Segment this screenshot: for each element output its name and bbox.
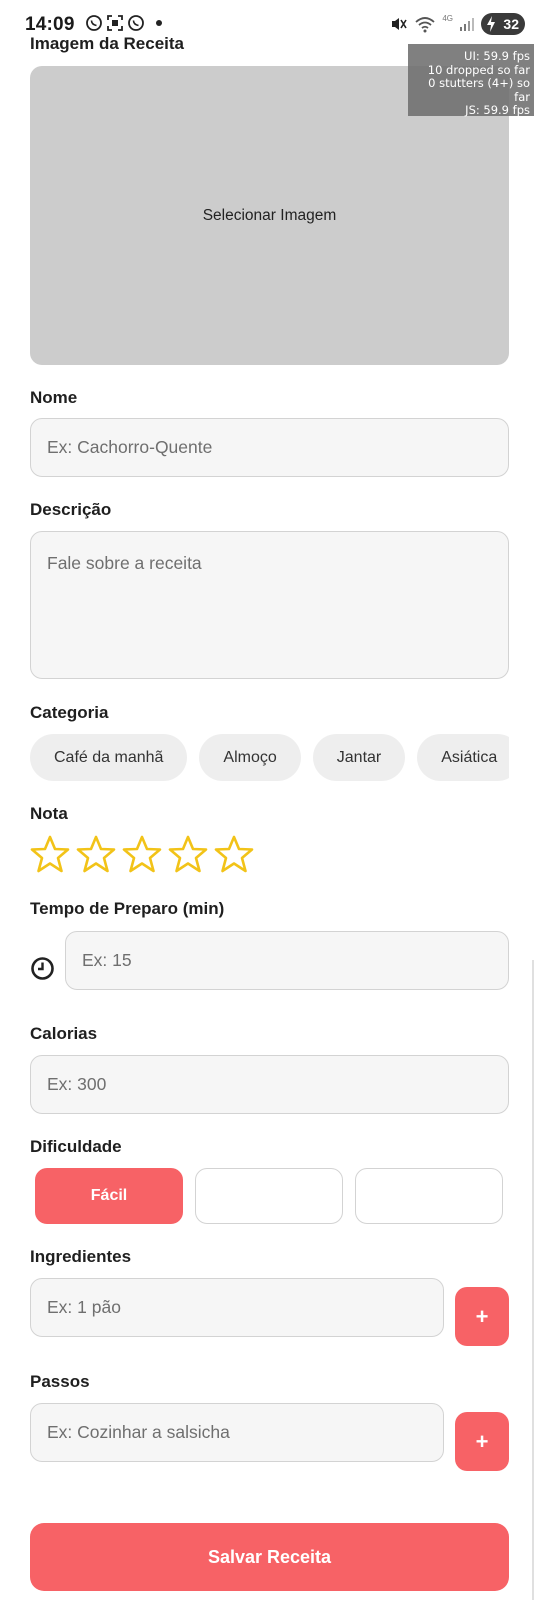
category-chip-asiatica[interactable]: Asiática bbox=[417, 734, 509, 781]
name-input[interactable] bbox=[30, 418, 509, 477]
ingredient-input[interactable] bbox=[30, 1278, 444, 1337]
difficulty-label: Dificuldade bbox=[30, 1137, 122, 1156]
js-fps: JS: 59.9 fps bbox=[465, 103, 530, 117]
category-chip-cafe-da-manha[interactable]: Café da manhã bbox=[30, 734, 188, 781]
perf-monitor-overlay: UI: 59.9 fps 10 dropped so far 0 stutter… bbox=[408, 44, 534, 117]
difficulty-option-3[interactable] bbox=[355, 1168, 503, 1224]
description-label: Descrição bbox=[30, 500, 112, 519]
add-ingredient-button[interactable]: + bbox=[455, 1287, 509, 1346]
prep-time-input[interactable] bbox=[65, 931, 509, 990]
prep-time-label: Tempo de Preparo (min) bbox=[30, 899, 225, 918]
category-chip-list[interactable]: Café da manhã Almoço Jantar Asiática bbox=[30, 734, 509, 782]
status-time: 14:09 bbox=[25, 14, 75, 35]
battery-icon: 32 bbox=[481, 13, 525, 35]
image-section-label: Imagem da Receita bbox=[30, 34, 185, 53]
category-chip-almoco[interactable]: Almoço bbox=[199, 734, 301, 781]
rating-label: Nota bbox=[30, 804, 68, 823]
notification-icons bbox=[85, 14, 162, 32]
dropped-frames: 10 dropped so far bbox=[427, 62, 530, 77]
more-notifications-dot bbox=[156, 20, 162, 26]
difficulty-option-facil[interactable]: Fácil bbox=[35, 1168, 183, 1224]
ingredients-label: Ingredientes bbox=[30, 1247, 132, 1266]
calories-label: Calorias bbox=[30, 1024, 98, 1043]
description-input[interactable] bbox=[30, 531, 509, 679]
ui-fps: UI: 59.9 fps bbox=[464, 49, 530, 63]
select-image-label: Selecionar Imagem bbox=[202, 206, 337, 224]
difficulty-option-2[interactable] bbox=[195, 1168, 343, 1224]
name-label: Nome bbox=[30, 388, 78, 407]
step-input[interactable] bbox=[30, 1403, 444, 1462]
stutters: 0 stutters (4+) so far bbox=[428, 76, 530, 104]
battery-level: 32 bbox=[503, 16, 519, 32]
mute-icon bbox=[392, 18, 408, 30]
system-icons: 4G 32 bbox=[390, 13, 525, 35]
star-5-icon[interactable] bbox=[214, 834, 254, 874]
network-type-label: 4G bbox=[442, 13, 453, 23]
clock-icon bbox=[31, 957, 54, 980]
whatsapp-icon bbox=[86, 15, 102, 31]
star-2-icon[interactable] bbox=[76, 834, 116, 874]
category-label: Categoria bbox=[30, 703, 109, 722]
scrollbar[interactable] bbox=[532, 960, 534, 1600]
difficulty-options: Fácil bbox=[35, 1168, 503, 1224]
signal-icon bbox=[460, 18, 474, 31]
steps-label: Passos bbox=[30, 1372, 90, 1391]
wifi-icon bbox=[415, 17, 435, 33]
save-recipe-button[interactable]: Salvar Receita bbox=[30, 1523, 509, 1591]
star-3-icon[interactable] bbox=[122, 834, 162, 874]
add-step-button[interactable]: + bbox=[455, 1412, 509, 1471]
charging-bolt-icon bbox=[487, 16, 495, 32]
star-4-icon[interactable] bbox=[168, 834, 208, 874]
screenshot-icon bbox=[107, 15, 123, 31]
calories-input[interactable] bbox=[30, 1055, 509, 1114]
star-1-icon[interactable] bbox=[30, 834, 70, 874]
category-chip-jantar[interactable]: Jantar bbox=[312, 734, 406, 781]
rating-stars bbox=[30, 834, 254, 874]
whatsapp-icon bbox=[128, 15, 144, 31]
